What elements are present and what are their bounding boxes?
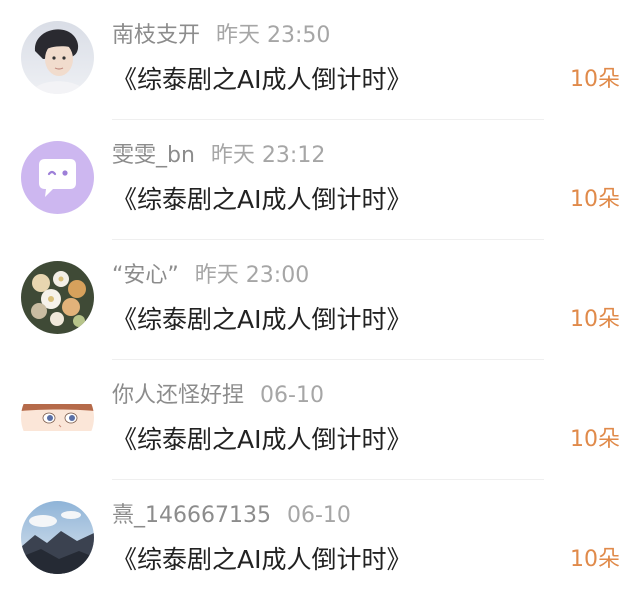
book-title[interactable]: 《综泰剧之AI成人倒计时》 xyxy=(112,300,411,340)
list-item[interactable]: 雯雯_bn 昨天 23:12 《综泰剧之AI成人倒计时》 10朵 xyxy=(0,120,640,240)
flower-count: 10朵 xyxy=(570,187,620,212)
book-title[interactable]: 《综泰剧之AI成人倒计时》 xyxy=(112,60,411,100)
timestamp: 昨天 23:00 xyxy=(194,263,310,288)
flower-count: 10朵 xyxy=(570,427,620,452)
item-meta: 你人还怪好捏 06-10 xyxy=(112,380,324,412)
user-name[interactable]: 雯雯_bn xyxy=(112,143,195,168)
chat-bubble-avatar-icon[interactable] xyxy=(21,141,94,214)
list-item[interactable]: “安心” 昨天 23:00 《综泰剧之AI成人倒计时》 10朵 xyxy=(0,240,640,360)
flower-count: 10朵 xyxy=(570,67,620,92)
item-meta: “安心” 昨天 23:00 xyxy=(112,260,309,292)
item-meta: 南枝支开 昨天 23:50 xyxy=(112,20,330,52)
user-name[interactable]: 南枝支开 xyxy=(112,23,200,48)
list-item[interactable]: 熹_146667135 06-10 《综泰剧之AI成人倒计时》 10朵 xyxy=(0,480,640,600)
gift-list: 南枝支开 昨天 23:50 《综泰剧之AI成人倒计时》 10朵 雯雯_bn 昨天 2… xyxy=(0,0,640,602)
timestamp: 06-10 xyxy=(286,503,351,528)
user-name[interactable]: “安心” xyxy=(112,263,179,288)
user-name[interactable]: 你人还怪好捏 xyxy=(112,383,244,408)
landscape-avatar-icon[interactable] xyxy=(21,501,94,574)
anime-face-avatar-icon[interactable] xyxy=(21,381,94,454)
book-title[interactable]: 《综泰剧之AI成人倒计时》 xyxy=(112,180,411,220)
list-item[interactable]: 你人还怪好捏 06-10 《综泰剧之AI成人倒计时》 10朵 xyxy=(0,360,640,480)
user-name[interactable]: 熹_146667135 xyxy=(112,503,271,528)
timestamp: 06-10 xyxy=(260,383,324,408)
flower-count: 10朵 xyxy=(570,547,620,572)
flowers-avatar-icon[interactable] xyxy=(21,261,94,334)
flower-count: 10朵 xyxy=(570,307,620,332)
list-item[interactable]: 南枝支开 昨天 23:50 《综泰剧之AI成人倒计时》 10朵 xyxy=(0,0,640,120)
item-meta: 熹_146667135 06-10 xyxy=(112,500,351,532)
book-title[interactable]: 《综泰剧之AI成人倒计时》 xyxy=(112,420,411,460)
timestamp: 昨天 23:50 xyxy=(216,23,331,48)
book-title[interactable]: 《综泰剧之AI成人倒计时》 xyxy=(112,540,411,580)
timestamp: 昨天 23:12 xyxy=(210,143,326,168)
portrait-avatar-icon[interactable] xyxy=(21,21,94,94)
item-meta: 雯雯_bn 昨天 23:12 xyxy=(112,140,325,172)
